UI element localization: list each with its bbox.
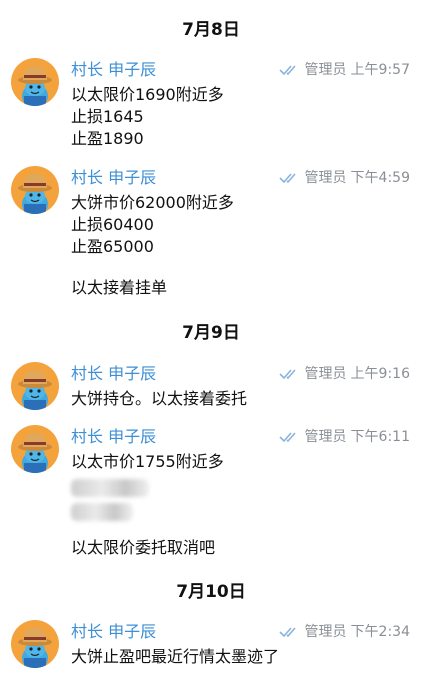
message-text: 以太限价1690附近多 xyxy=(71,85,224,104)
sender-name[interactable]: 村长 申子辰 xyxy=(71,60,156,80)
avatar[interactable] xyxy=(11,166,59,214)
message-text: 大饼市价62000附近多 xyxy=(71,193,234,212)
message-meta: 管理员 下午6:11 xyxy=(278,427,410,447)
avatar[interactable] xyxy=(11,425,59,473)
message-meta: 管理员 上午9:57 xyxy=(278,60,410,80)
message-text: 以太市价1755附近多 xyxy=(71,452,224,471)
message-time: 下午2:34 xyxy=(350,624,410,640)
message-time: 下午6:11 xyxy=(350,429,410,445)
avatar[interactable] xyxy=(11,58,59,106)
message-meta: 管理员 上午9:16 xyxy=(278,364,410,384)
role-label: 管理员 xyxy=(304,429,347,445)
date-separator: 7月8日 xyxy=(182,20,240,40)
message-meta: 管理员 下午2:34 xyxy=(278,622,410,642)
role-label: 管理员 xyxy=(304,62,347,78)
double-check-icon xyxy=(278,173,296,184)
message-text: 止损1645 xyxy=(71,107,144,126)
sender-name[interactable]: 村长 申子辰 xyxy=(71,622,156,642)
message-text: 大饼持仓。以太接着委托 xyxy=(71,389,248,408)
blurred-text xyxy=(71,503,133,521)
double-check-icon xyxy=(278,65,296,76)
message-meta: 管理员 下午4:59 xyxy=(278,168,410,188)
sender-name[interactable]: 村长 申子辰 xyxy=(71,427,156,447)
message-text: 止盈65000 xyxy=(71,237,154,256)
message-text: 以太限价委托取消吧 xyxy=(71,538,216,557)
double-check-icon xyxy=(278,432,296,443)
message-text: 止盈1890 xyxy=(71,129,144,148)
role-label: 管理员 xyxy=(304,170,347,186)
role-label: 管理员 xyxy=(304,366,347,382)
double-check-icon xyxy=(278,369,296,380)
avatar[interactable] xyxy=(11,362,59,410)
avatar[interactable] xyxy=(11,620,59,668)
message-time: 上午9:57 xyxy=(350,62,410,78)
date-separator: 7月10日 xyxy=(176,582,246,602)
message-time: 下午4:59 xyxy=(350,170,410,186)
sender-name[interactable]: 村长 申子辰 xyxy=(71,364,156,384)
sender-name[interactable]: 村长 申子辰 xyxy=(71,168,156,188)
message-text: 止损60400 xyxy=(71,215,154,234)
message-text: 以太接着挂单 xyxy=(71,278,168,297)
message-time: 上午9:16 xyxy=(350,366,410,382)
double-check-icon xyxy=(278,627,296,638)
message-text: 大饼止盈吧最近行情太墨迹了 xyxy=(71,647,280,666)
role-label: 管理员 xyxy=(304,624,347,640)
date-separator: 7月9日 xyxy=(182,323,240,343)
blurred-text xyxy=(71,479,149,497)
